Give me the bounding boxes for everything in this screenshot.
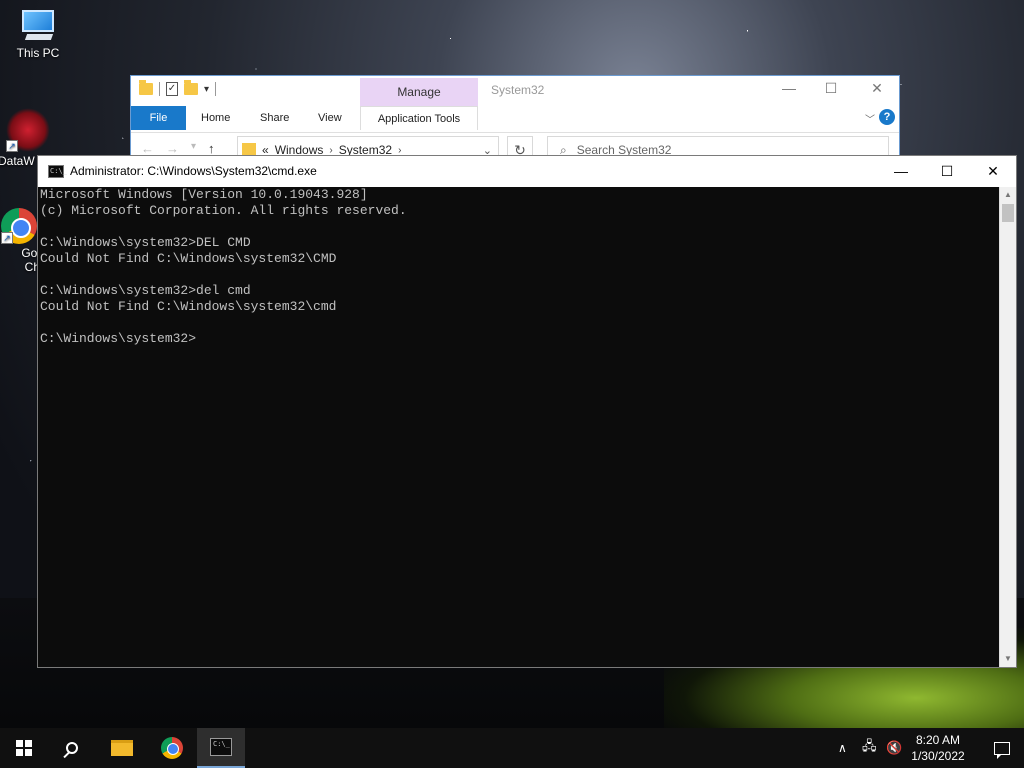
- clock[interactable]: 8:20 AM 1/30/2022: [900, 732, 976, 764]
- quick-access-toolbar: ✓ ▾: [139, 80, 217, 96]
- tab-home[interactable]: Home: [201, 106, 230, 130]
- search-icon: [66, 742, 78, 754]
- folder-icon[interactable]: [139, 80, 153, 95]
- start-icon: [16, 740, 32, 756]
- file-explorer-icon: [111, 740, 133, 756]
- ribbon-tabs: File Home Share View Application Tools ﹀…: [131, 106, 899, 130]
- command-prompt-icon[interactable]: C:\_: [48, 165, 67, 178]
- tab-file[interactable]: File: [131, 106, 186, 130]
- close-icon[interactable]: ✕: [970, 156, 1016, 187]
- taskbar-command-prompt[interactable]: C:\_: [197, 728, 245, 768]
- tab-share[interactable]: Share: [260, 106, 289, 130]
- scrollbar-thumb[interactable]: [1002, 204, 1014, 222]
- scroll-down-icon[interactable]: ▼: [1000, 651, 1016, 667]
- forward-icon[interactable]: →: [166, 141, 179, 156]
- console-line: Could Not Find C:\Windows\system32\cmd: [40, 299, 337, 314]
- maximize-icon[interactable]: ☐: [821, 80, 841, 97]
- taskbar-chrome[interactable]: [148, 728, 196, 768]
- search-button[interactable]: [48, 728, 96, 768]
- console-line: Microsoft Windows [Version 10.0.19043.92…: [40, 187, 368, 202]
- tab-application-tools[interactable]: Application Tools: [360, 106, 478, 130]
- console-line: (c) Microsoft Corporation. All rights re…: [40, 203, 407, 218]
- notification-icon: [994, 741, 1010, 759]
- new-folder-icon[interactable]: [184, 80, 198, 95]
- console-line: Could Not Find C:\Windows\system32\CMD: [40, 251, 337, 266]
- network-icon[interactable]: 🖧: [862, 728, 877, 768]
- minimize-icon[interactable]: —: [878, 156, 924, 187]
- action-center-button[interactable]: [980, 728, 1024, 768]
- dropdown-history-icon[interactable]: ▾: [191, 141, 196, 156]
- chevron-right-icon[interactable]: ›: [398, 145, 401, 156]
- taskbar-file-explorer[interactable]: [98, 728, 146, 768]
- command-prompt-window[interactable]: C:\_ Administrator: C:\Windows\System32\…: [37, 155, 1017, 668]
- clock-date: 1/30/2022: [911, 749, 965, 763]
- console-line: C:\Windows\system32>del cmd: [40, 283, 251, 298]
- scroll-up-icon[interactable]: ▲: [1000, 187, 1016, 203]
- minimize-icon[interactable]: —: [779, 80, 799, 96]
- help-icon[interactable]: ?: [879, 109, 895, 125]
- properties-icon[interactable]: ✓: [166, 82, 178, 96]
- customize-qat-icon[interactable]: ▾: [204, 84, 209, 95]
- console-output[interactable]: Microsoft Windows [Version 10.0.19043.92…: [40, 187, 998, 667]
- expand-ribbon-icon[interactable]: ﹀: [865, 111, 875, 126]
- explorer-titlebar[interactable]: ✓ ▾ Manage System32 — ☐ ✕: [131, 76, 899, 106]
- maximize-icon[interactable]: ☐: [924, 156, 970, 187]
- cmd-titlebar[interactable]: C:\_ Administrator: C:\Windows\System32\…: [38, 156, 1016, 187]
- start-button[interactable]: [0, 728, 48, 768]
- command-prompt-icon: C:\_: [210, 738, 232, 756]
- computer-icon: [18, 10, 58, 42]
- chrome-icon: [161, 737, 183, 759]
- console-line: C:\Windows\system32>: [40, 331, 197, 346]
- console-line: C:\Windows\system32>DEL CMD: [40, 235, 251, 250]
- explorer-title: System32: [491, 83, 545, 97]
- close-icon[interactable]: ✕: [867, 80, 887, 97]
- shortcut-arrow-icon: ↗: [1, 232, 13, 244]
- taskbar: C:\_ ∧ 🖧 🔇 8:20 AM 1/30/2022: [0, 728, 1024, 768]
- back-icon[interactable]: ←: [141, 141, 154, 156]
- up-icon[interactable]: ↑: [208, 141, 215, 156]
- clock-time: 8:20 AM: [915, 733, 961, 747]
- vertical-scrollbar[interactable]: ▲ ▼: [999, 187, 1016, 667]
- shortcut-arrow-icon: ↗: [6, 140, 18, 152]
- chevron-up-icon: ∧: [838, 741, 847, 755]
- manage-contextual-tab[interactable]: Manage: [360, 78, 478, 106]
- desktop-icon-label: This PC: [16, 46, 60, 60]
- desktop-icon-this-pc[interactable]: This PC: [6, 10, 70, 60]
- tab-view[interactable]: View: [318, 106, 342, 130]
- cmd-title: Administrator: C:\Windows\System32\cmd.e…: [70, 164, 317, 178]
- show-hidden-icons[interactable]: ∧: [838, 728, 847, 768]
- nav-arrows: ← → ▾ ↑: [141, 141, 215, 156]
- chevron-right-icon[interactable]: ›: [329, 145, 332, 156]
